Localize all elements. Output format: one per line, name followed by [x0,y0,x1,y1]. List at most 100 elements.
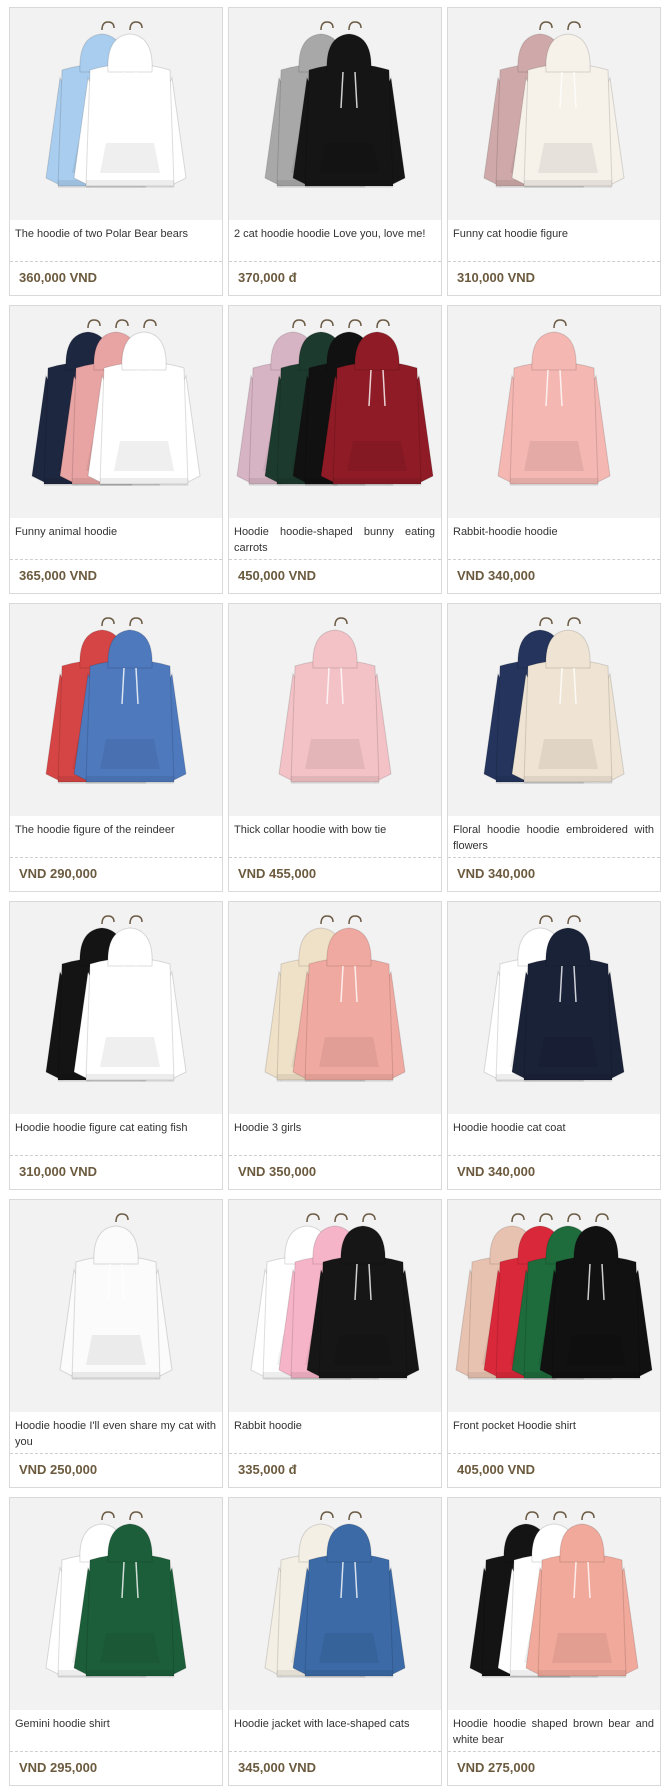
price-divider [10,1155,222,1156]
product-image[interactable] [10,8,222,220]
price-divider [229,261,441,262]
product-price: 335,000 đ [238,1462,297,1477]
product-image[interactable] [229,1200,441,1412]
product-card-11[interactable]: Hoodie 3 girls VND 350,000 [228,901,442,1190]
hoodie-image [229,604,441,816]
hoodie-image [229,1498,441,1710]
price-divider [448,1453,660,1454]
hoodie-image [448,1498,660,1710]
hoodie-image [448,902,660,1114]
product-price: VND 275,000 [457,1760,536,1775]
product-title[interactable]: Hoodie 3 girls [229,1114,441,1154]
product-grid: The hoodie of two Polar Bear bears 360,0… [9,7,671,1786]
product-title[interactable]: The hoodie of two Polar Bear bears [10,220,222,260]
hoodie-image [448,8,660,220]
product-card-5[interactable]: Hoodie hoodie-shaped bunny eating carrot… [228,305,442,594]
product-price: VND 290,000 [19,866,98,881]
product-image[interactable] [229,306,441,518]
product-image[interactable] [229,8,441,220]
price-divider [229,559,441,560]
price-divider [10,559,222,560]
hoodie-image [10,1200,222,1412]
hoodie-image [229,902,441,1114]
product-card-18[interactable]: Hoodie hoodie shaped brown bear and whit… [447,1497,661,1786]
product-price: 360,000 VND [19,270,98,285]
hoodie-image [10,902,222,1114]
product-image[interactable] [10,1498,222,1710]
product-card-2[interactable]: 2 cat hoodie hoodie Love you, love me! 3… [228,7,442,296]
price-divider [10,1751,222,1752]
product-image[interactable] [448,8,660,220]
price-divider [229,1155,441,1156]
product-card-17[interactable]: Hoodie jacket with lace-shaped cats 345,… [228,1497,442,1786]
price-divider [229,857,441,858]
product-price: 370,000 đ [238,270,297,285]
hoodie-image [10,1498,222,1710]
product-price: VND 250,000 [19,1462,98,1477]
product-price: 450,000 VND [238,568,317,583]
product-card-10[interactable]: Hoodie hoodie figure cat eating fish 310… [9,901,223,1190]
product-image[interactable] [229,902,441,1114]
product-image[interactable] [10,306,222,518]
product-title[interactable]: Rabbit hoodie [229,1412,441,1452]
hoodie-image [448,306,660,518]
product-title[interactable]: Hoodie hoodie cat coat [448,1114,660,1154]
product-price: VND 340,000 [457,1164,536,1179]
product-title[interactable]: Gemini hoodie shirt [10,1710,222,1750]
hoodie-image [448,604,660,816]
product-image[interactable] [229,1498,441,1710]
product-image[interactable] [448,306,660,518]
product-title[interactable]: Hoodie hoodie shaped brown bear and whit… [448,1710,660,1750]
product-card-8[interactable]: Thick collar hoodie with bow tie VND 455… [228,603,442,892]
product-title[interactable]: Hoodie hoodie I'll even share my cat wit… [10,1412,222,1452]
price-divider [10,261,222,262]
product-price: 345,000 VND [238,1760,317,1775]
product-card-4[interactable]: Funny animal hoodie 365,000 VND [9,305,223,594]
hoodie-image [229,8,441,220]
product-title[interactable]: The hoodie figure of the reindeer [10,816,222,856]
product-title[interactable]: Hoodie hoodie figure cat eating fish [10,1114,222,1154]
product-title[interactable]: Hoodie jacket with lace-shaped cats [229,1710,441,1750]
price-divider [448,559,660,560]
product-image[interactable] [10,604,222,816]
product-card-16[interactable]: Gemini hoodie shirt VND 295,000 [9,1497,223,1786]
product-image[interactable] [448,902,660,1114]
product-price: VND 295,000 [19,1760,98,1775]
product-image[interactable] [448,604,660,816]
product-card-12[interactable]: Hoodie hoodie cat coat VND 340,000 [447,901,661,1190]
product-title[interactable]: Floral hoodie hoodie embroidered with fl… [448,816,660,856]
product-image[interactable] [10,1200,222,1412]
price-divider [10,1453,222,1454]
product-card-7[interactable]: The hoodie figure of the reindeer VND 29… [9,603,223,892]
product-card-9[interactable]: Floral hoodie hoodie embroidered with fl… [447,603,661,892]
product-title[interactable]: 2 cat hoodie hoodie Love you, love me! [229,220,441,260]
product-card-14[interactable]: Rabbit hoodie 335,000 đ [228,1199,442,1488]
hoodie-image [229,306,441,518]
price-divider [448,857,660,858]
hoodie-image [448,1200,660,1412]
product-title[interactable]: Funny cat hoodie figure [448,220,660,260]
product-title[interactable]: Front pocket Hoodie shirt [448,1412,660,1452]
product-price: VND 340,000 [457,866,536,881]
product-card-13[interactable]: Hoodie hoodie I'll even share my cat wit… [9,1199,223,1488]
product-card-6[interactable]: Rabbit-hoodie hoodie VND 340,000 [447,305,661,594]
product-title[interactable]: Thick collar hoodie with bow tie [229,816,441,856]
hoodie-image [10,306,222,518]
price-divider [10,857,222,858]
product-price: 310,000 VND [457,270,536,285]
price-divider [448,1155,660,1156]
product-card-15[interactable]: Front pocket Hoodie shirt 405,000 VND [447,1199,661,1488]
hoodie-image [229,1200,441,1412]
product-image[interactable] [448,1200,660,1412]
hoodie-image [10,604,222,816]
product-title[interactable]: Funny animal hoodie [10,518,222,558]
product-title[interactable]: Hoodie hoodie-shaped bunny eating carrot… [229,518,441,558]
product-card-3[interactable]: Funny cat hoodie figure 310,000 VND [447,7,661,296]
product-image[interactable] [448,1498,660,1710]
product-image[interactable] [229,604,441,816]
product-image[interactable] [10,902,222,1114]
product-title[interactable]: Rabbit-hoodie hoodie [448,518,660,558]
hoodie-image [10,8,222,220]
product-card-1[interactable]: The hoodie of two Polar Bear bears 360,0… [9,7,223,296]
price-divider [229,1751,441,1752]
